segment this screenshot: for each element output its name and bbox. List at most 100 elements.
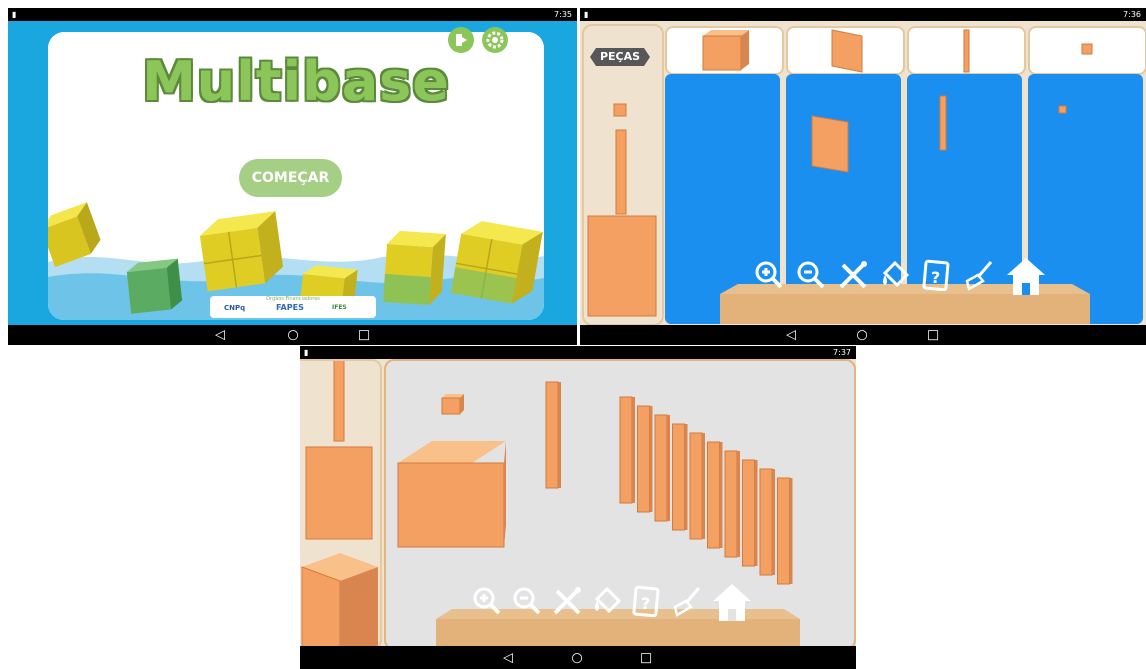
tools-icon [553,587,581,615]
settings-button[interactable] [482,27,508,53]
sidebar-cube-piece [301,553,378,648]
screen-workspace: ▮ 7:37 ? ◁ ○ □ [300,346,856,669]
status-time: 7:37 [833,348,851,357]
start-button[interactable]: COMEÇAR [239,159,342,197]
cnpq-logo: CNPq [224,304,246,312]
ten-bars-group [619,396,793,585]
ten-bar[interactable] [759,468,775,576]
gear-icon [486,31,504,49]
app-title: Multibase [142,50,450,113]
nav-recents-button[interactable]: □ [640,651,652,664]
pieces-sidebar [300,359,382,650]
nav-recents-button[interactable]: □ [358,329,370,342]
zoom-in-button[interactable] [470,584,504,618]
paint-bucket-icon [594,586,622,614]
screen-pieces: ▮ 7:36 PEÇAS ? ◁ ○ □ [580,8,1146,345]
nav-bar: ◁ ○ □ [580,325,1146,345]
clear-button[interactable] [962,258,996,292]
help-icon: ? [922,259,950,291]
nav-home-button[interactable]: ○ [287,329,298,342]
nav-back-button[interactable]: ◁ [503,651,513,664]
plate-piece-icon [831,29,863,73]
ten-bar[interactable] [777,477,793,585]
home-icon [1007,258,1045,295]
paint-bucket-icon [882,260,910,288]
home-button[interactable] [1004,254,1048,298]
bar-piece-icon [963,29,970,73]
nav-back-button[interactable]: ◁ [786,329,796,342]
paint-button[interactable] [878,258,912,292]
zoom-out-icon [797,261,825,289]
ten-bar[interactable] [619,396,635,504]
tools-icon [839,261,867,289]
help-icon: ? [632,585,660,617]
ten-bar[interactable] [724,450,740,558]
sidebar-plate-piece [305,446,373,540]
exit-icon [456,34,467,46]
broom-icon [965,261,993,291]
status-time: 7:35 [554,10,572,19]
zoom-in-button[interactable] [752,258,786,292]
ten-bar[interactable] [637,405,653,513]
toolbar: ? [752,254,1062,298]
ten-bar[interactable] [672,423,688,531]
nav-back-button[interactable]: ◁ [215,329,225,342]
sidebar-bar-piece [615,129,627,215]
sponsor-strip: Órgãos Financiadores CNPq FAPES IFES [210,296,376,318]
home-button[interactable] [710,580,754,624]
ten-bar [545,381,561,489]
help-button[interactable]: ? [630,584,664,618]
ifes-logo: IFES [332,304,347,311]
unit-cube [441,394,464,415]
paint-button[interactable] [590,584,624,618]
sidebar-unit-piece [613,103,627,117]
notification-icon: ▮ [584,10,589,19]
status-bar: ▮ 7:35 [8,8,577,21]
sidebar-pieces [301,361,378,648]
ten-bar[interactable] [689,432,705,540]
sponsor-heading: Órgãos Financiadores [266,296,320,302]
main-card: Multibase COMEÇAR Órgãos Financiadores C… [48,32,544,320]
zoom-out-icon [513,587,541,615]
cube-piece-icon [702,30,749,71]
clear-button[interactable] [670,584,704,618]
ten-bar[interactable] [707,441,723,549]
pieces-sidebar: PEÇAS [582,24,664,326]
ten-bar[interactable] [654,414,670,522]
screen-menu: ▮ 7:35 Multibase COMEÇAR Órgãos Financia… [8,8,577,345]
cube-slot[interactable] [665,26,784,75]
status-time: 7:36 [1123,10,1141,19]
unit-piece-icon [1081,43,1093,55]
sidebar-pieces [587,103,657,317]
sidebar-plate-piece [587,215,657,317]
unit-slot[interactable] [1028,26,1146,75]
zoom-in-icon [755,261,783,289]
zoom-out-button[interactable] [510,584,544,618]
broom-icon [673,587,701,617]
tools-button[interactable] [550,584,584,618]
nav-bar: ◁ ○ □ [8,325,577,345]
ten-bar[interactable] [742,459,758,567]
notification-icon: ▮ [304,348,309,357]
tools-button[interactable] [836,258,870,292]
status-bar: ▮ 7:37 [300,346,856,359]
svg-text:?: ? [641,594,650,613]
nav-bar: ◁ ○ □ [300,646,856,669]
home-icon [713,584,751,621]
status-bar: ▮ 7:36 [580,8,1146,21]
bar-slot[interactable] [907,26,1026,75]
zoom-in-icon [473,587,501,615]
toolbar: ? [470,580,770,624]
sidebar-bar-piece [333,361,345,442]
plate-slot[interactable] [786,26,905,75]
zoom-out-button[interactable] [794,258,828,292]
fapes-logo: FAPES [276,303,304,312]
nav-home-button[interactable]: ○ [571,651,582,664]
nav-home-button[interactable]: ○ [856,329,867,342]
nav-recents-button[interactable]: □ [927,329,939,342]
notification-icon: ▮ [12,10,17,19]
help-button[interactable]: ? [920,258,954,292]
svg-text:?: ? [931,268,940,287]
exit-button[interactable] [448,27,474,53]
thousand-cube [397,441,506,548]
